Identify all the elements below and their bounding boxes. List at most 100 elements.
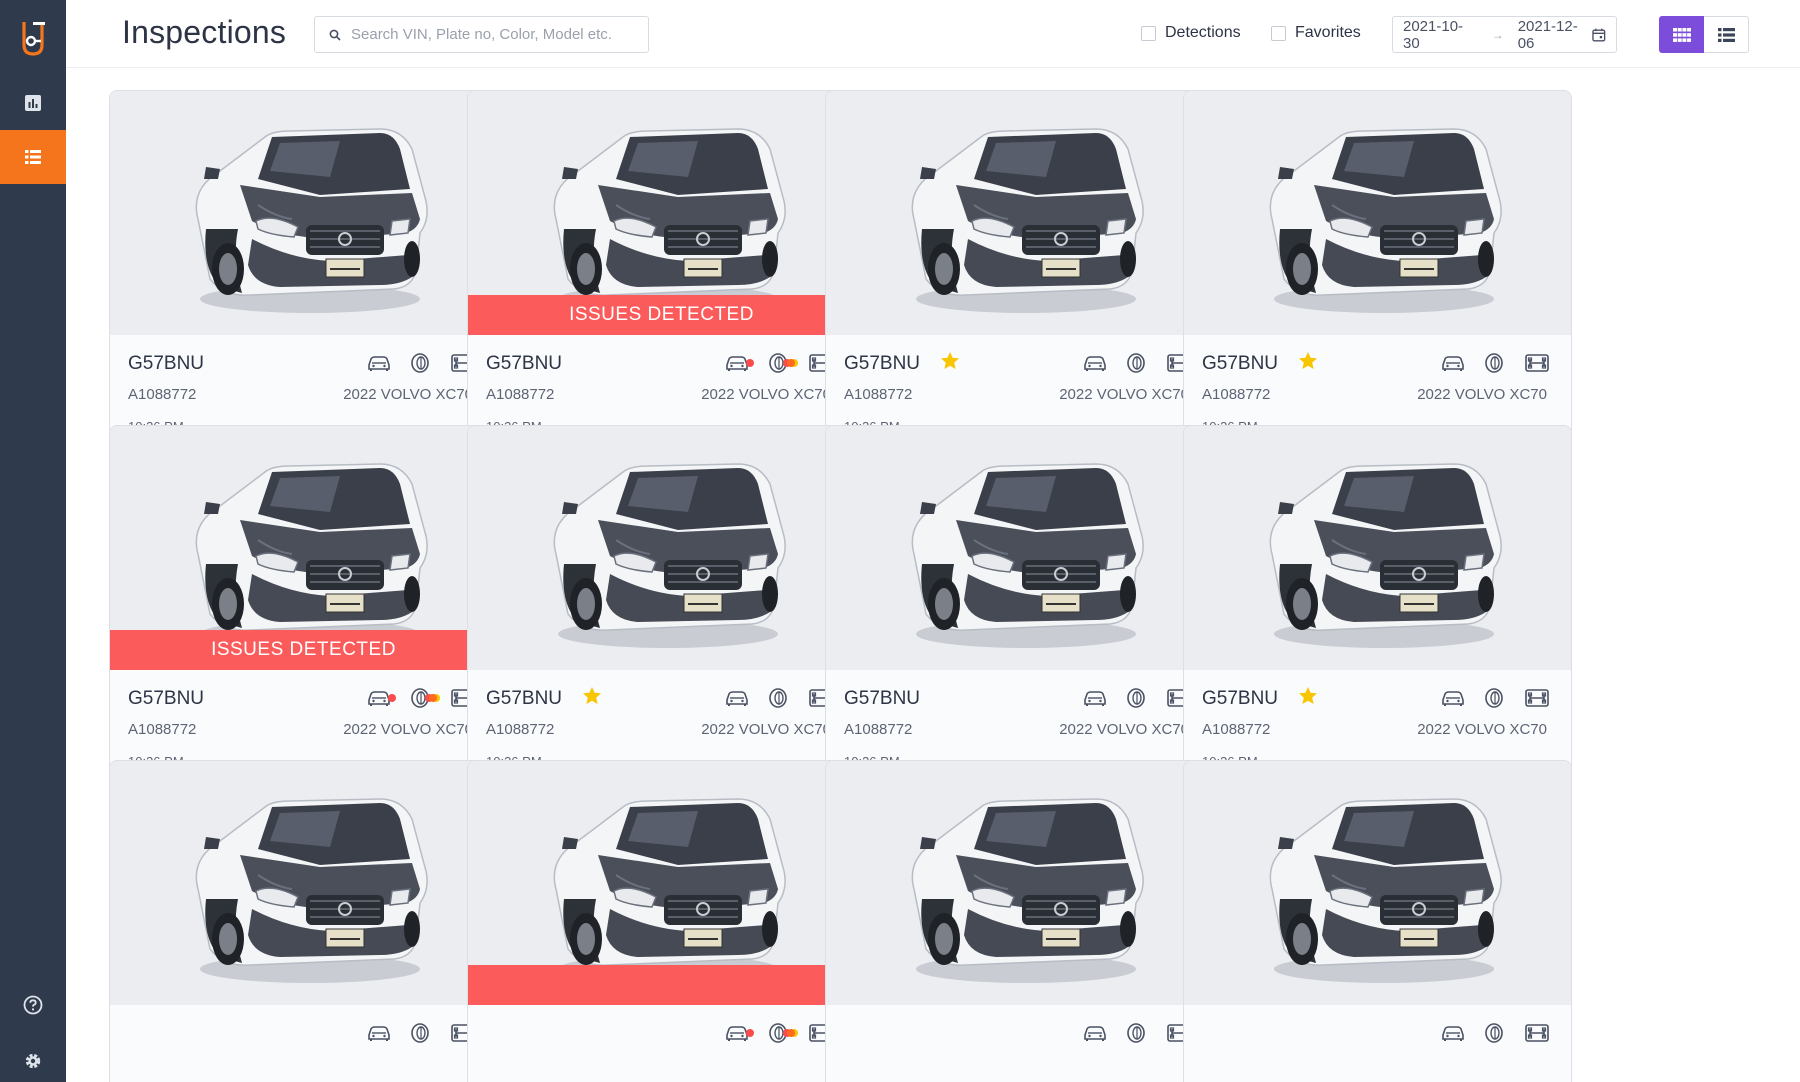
card-details — [110, 1005, 497, 1082]
body-inspection-icon — [721, 686, 753, 710]
vehicle-model: 2022 VOLVO XC70 — [1059, 721, 1189, 738]
logo-icon — [22, 22, 45, 56]
body-inspection-icon — [721, 1021, 754, 1045]
grid-view-button[interactable] — [1659, 16, 1704, 53]
favorites-checkbox[interactable] — [1271, 25, 1286, 41]
card-image — [826, 761, 1213, 1005]
inspection-status-icons — [1437, 351, 1553, 375]
car-photo — [1269, 463, 1502, 648]
car-photo — [553, 128, 786, 313]
body-inspection-icon — [721, 351, 754, 375]
inspection-status-icons — [363, 686, 479, 710]
issue-dot — [746, 359, 754, 367]
inspection-status-icons — [1079, 1021, 1195, 1045]
page-title: Inspections — [122, 14, 287, 50]
card-image — [1184, 426, 1571, 670]
body-inspection-icon — [363, 1021, 395, 1045]
tire-inspection-icon — [1121, 351, 1153, 375]
issue-dot — [787, 359, 795, 367]
vin-number: A1088772 — [1202, 721, 1271, 738]
inspection-card[interactable] — [1183, 760, 1572, 1082]
vin-number: A1088772 — [486, 721, 555, 738]
car-photo — [911, 463, 1144, 648]
detections-filter[interactable]: Detections — [1141, 24, 1241, 42]
favorite-star-icon[interactable] — [940, 351, 960, 371]
favorites-filter[interactable]: Favorites — [1271, 24, 1361, 42]
app-logo[interactable] — [0, 0, 66, 76]
tire-inspection-icon — [1479, 1021, 1511, 1045]
car-photo — [911, 798, 1144, 983]
plate-number: G57BNU — [844, 688, 921, 709]
issue-dot — [388, 694, 396, 702]
inspection-card[interactable]: G57BNU A1088772 2022 VOLVO XC70 10:36 PM — [825, 425, 1214, 787]
card-image: ISSUES DETECTED — [110, 426, 497, 670]
vehicle-model: 2022 VOLVO XC70 — [343, 721, 473, 738]
inspection-status-icons — [1437, 686, 1553, 710]
inspection-card[interactable]: G57BNU A1088772 2022 VOLVO XC70 10:36 PM — [1183, 425, 1572, 787]
favorites-label: Favorites — [1295, 24, 1361, 41]
card-image: ISSUES DETECTED — [468, 91, 855, 335]
search-icon — [329, 29, 341, 41]
detections-checkbox[interactable] — [1141, 25, 1156, 41]
sidebar-item-dashboard[interactable] — [0, 76, 66, 130]
inspection-card[interactable]: G57BNU A1088772 2022 VOLVO XC70 10:36 PM — [825, 90, 1214, 452]
arrow-right-icon: → — [1491, 27, 1504, 42]
favorite-star-icon[interactable] — [1298, 351, 1318, 371]
tire-inspection-icon — [1121, 686, 1153, 710]
card-image — [468, 426, 855, 670]
tire-inspection-icon — [1479, 686, 1511, 710]
card-details — [826, 1005, 1213, 1082]
vin-number: A1088772 — [128, 386, 197, 403]
detections-label: Detections — [1165, 24, 1241, 41]
inspection-card[interactable]: G57BNU A1088772 2022 VOLVO XC70 10:36 PM — [109, 90, 498, 452]
date-to[interactable]: 2021-12-06 — [1518, 18, 1593, 52]
body-inspection-icon — [1079, 686, 1111, 710]
bar-chart-icon — [25, 95, 41, 111]
car-photo — [1269, 798, 1502, 983]
sidebar-item-settings[interactable] — [0, 1034, 66, 1082]
inspection-card[interactable] — [109, 760, 498, 1082]
search-input[interactable] — [351, 26, 631, 43]
search-box[interactable] — [314, 16, 649, 53]
inspection-card[interactable] — [825, 760, 1214, 1082]
sidebar-item-inspections[interactable] — [0, 130, 66, 184]
inspection-card[interactable]: ISSUES DETECTED G57BNU A1088772 2022 VOL… — [467, 90, 856, 452]
vin-number: A1088772 — [1202, 386, 1271, 403]
body-inspection-icon — [1079, 1021, 1111, 1045]
plate-number: G57BNU — [844, 353, 921, 374]
tire-inspection-icon — [763, 351, 795, 375]
tire-inspection-icon — [763, 1021, 795, 1045]
inspection-status-icons — [1079, 686, 1195, 710]
vehicle-model: 2022 VOLVO XC70 — [701, 721, 831, 738]
card-image — [826, 91, 1213, 335]
calendar-icon[interactable] — [1592, 28, 1606, 42]
undercarriage-inspection-icon — [1521, 686, 1553, 710]
car-photo — [553, 463, 786, 648]
grid-icon — [1672, 27, 1691, 42]
inspection-card[interactable] — [467, 760, 856, 1082]
favorite-star-icon[interactable] — [1298, 686, 1318, 706]
date-from[interactable]: 2021-10-30 — [1403, 18, 1478, 52]
sidebar-item-help[interactable] — [0, 978, 66, 1032]
inspection-card[interactable]: G57BNU A1088772 2022 VOLVO XC70 10:36 PM — [467, 425, 856, 787]
card-image — [110, 761, 497, 1005]
vehicle-model: 2022 VOLVO XC70 — [1059, 386, 1189, 403]
list-view-button[interactable] — [1704, 16, 1749, 53]
inspection-card[interactable]: ISSUES DETECTED G57BNU A1088772 2022 VOL… — [109, 425, 498, 787]
vehicle-model: 2022 VOLVO XC70 — [701, 386, 831, 403]
plate-number: G57BNU — [486, 353, 563, 374]
inspection-card[interactable]: G57BNU A1088772 2022 VOLVO XC70 10:36 PM — [1183, 90, 1572, 452]
issues-detected-banner: ISSUES DETECTED — [110, 630, 497, 670]
inspection-status-icons — [363, 1021, 479, 1045]
gear-icon — [25, 1053, 41, 1069]
list-icon — [25, 150, 41, 164]
tire-inspection-icon — [405, 351, 437, 375]
date-range-picker[interactable]: 2021-10-30 → 2021-12-06 — [1392, 16, 1617, 53]
issues-detected-banner — [468, 965, 855, 1005]
inspection-status-icons — [721, 1021, 837, 1045]
issue-dot — [746, 1029, 754, 1037]
inspection-status-icons — [1437, 1021, 1553, 1045]
favorite-star-icon[interactable] — [582, 686, 602, 706]
vehicle-model: 2022 VOLVO XC70 — [1417, 721, 1547, 738]
car-photo — [195, 798, 428, 983]
